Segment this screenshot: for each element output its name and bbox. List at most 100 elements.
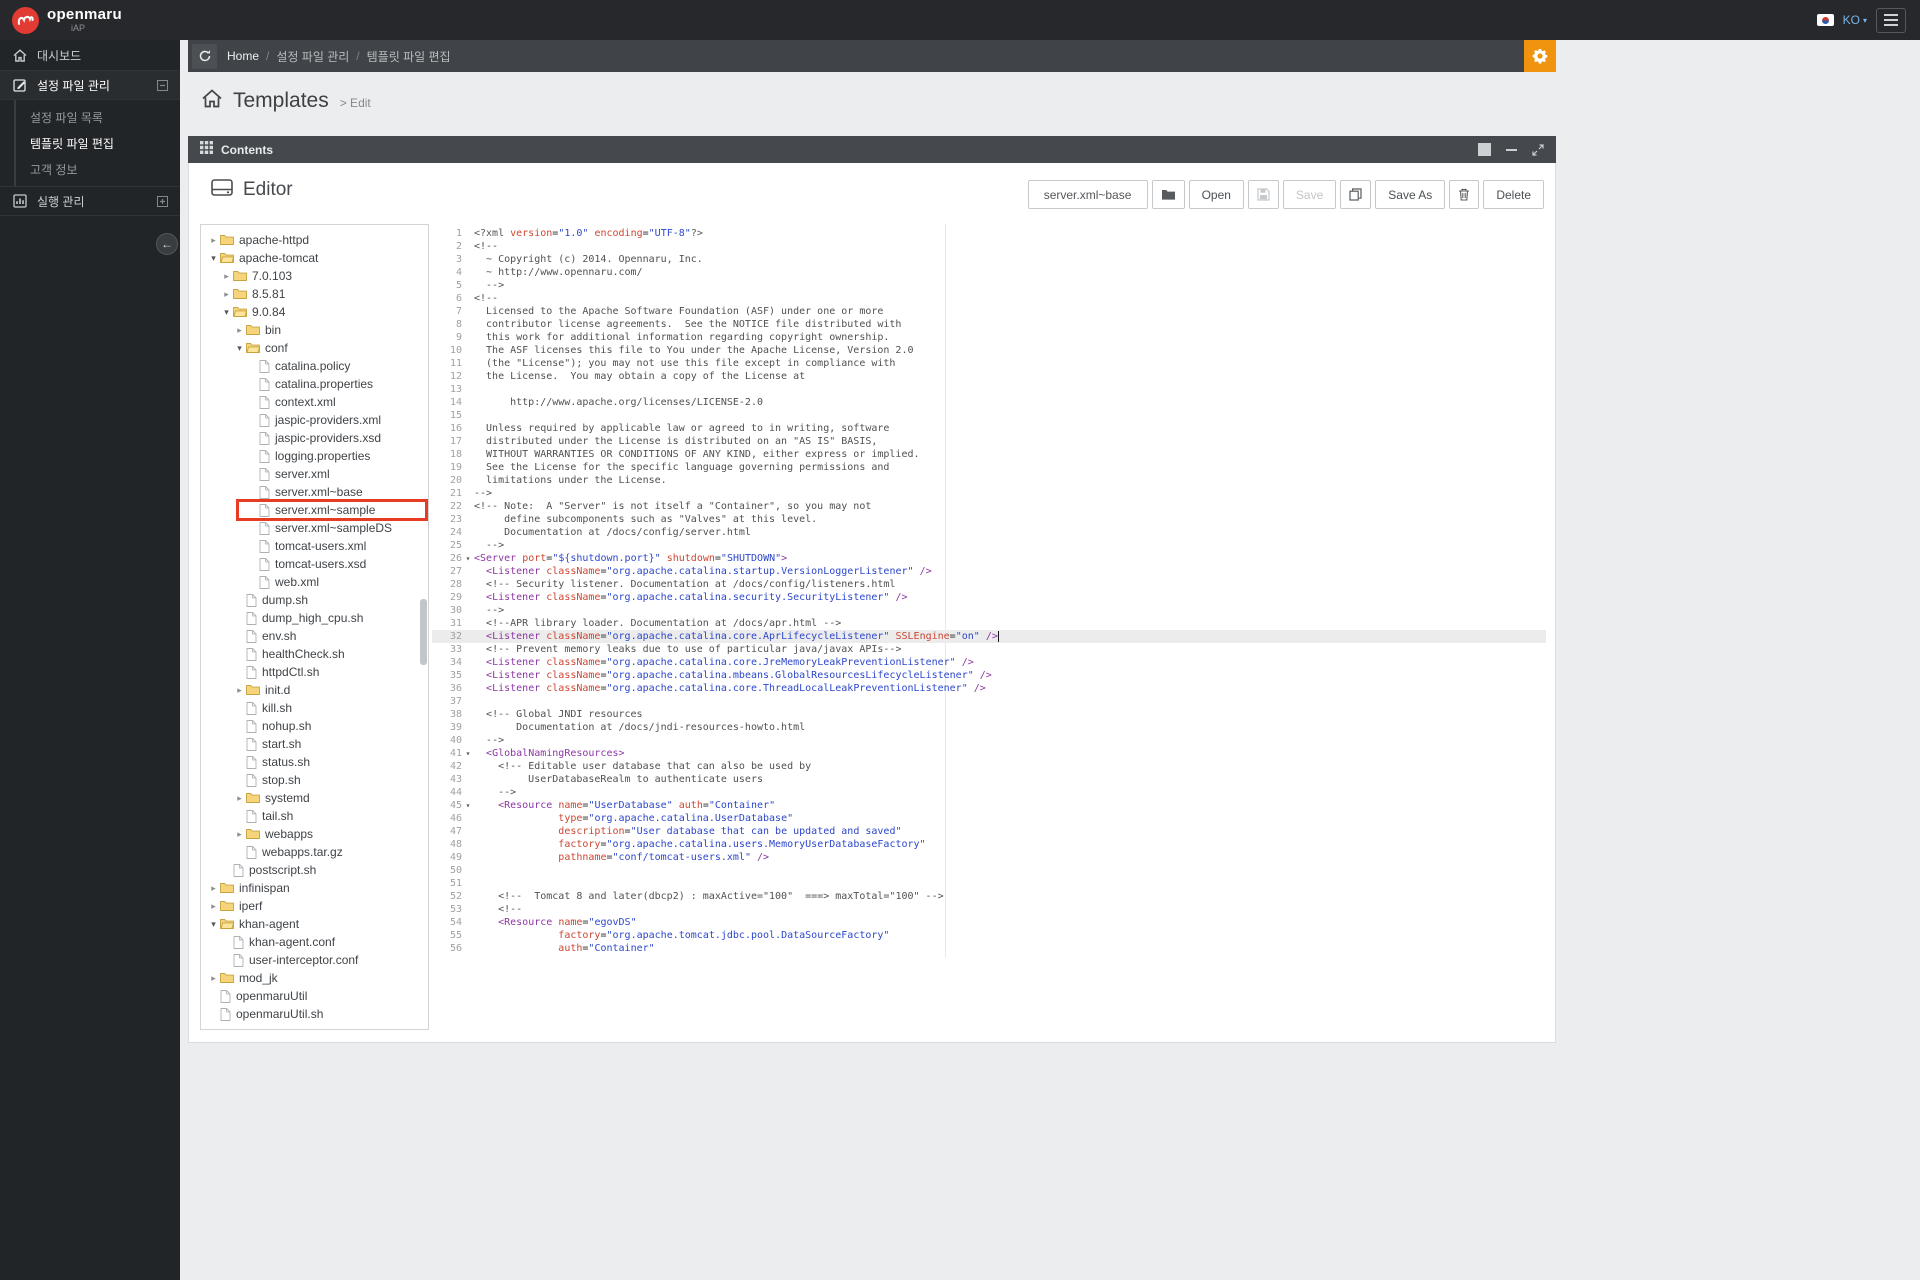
tree-item-kill.sh[interactable]: kill.sh (201, 699, 428, 717)
tree-item-jaspic-providers.xsd[interactable]: jaspic-providers.xsd (201, 429, 428, 447)
code-line-49[interactable]: 49 pathname="conf/tomcat-users.xml" /> (432, 851, 1546, 864)
tree-expand-arrow-icon[interactable]: ▸ (233, 829, 246, 840)
tree-item-start.sh[interactable]: start.sh (201, 735, 428, 753)
tree-item-stop.sh[interactable]: stop.sh (201, 771, 428, 789)
tree-expand-arrow-icon[interactable]: ▸ (233, 685, 246, 696)
panel-layout-toggle-icon[interactable] (1478, 143, 1491, 156)
tree-expand-arrow-icon[interactable]: ▸ (233, 793, 246, 804)
sidebar-subitem-config-file-list[interactable]: 설정 파일 목록 (16, 104, 180, 130)
tree-collapse-arrow-icon[interactable]: ▾ (207, 253, 220, 264)
delete-button[interactable]: Delete (1483, 180, 1544, 209)
tree-expand-arrow-icon[interactable]: ▸ (207, 235, 220, 246)
file-tree[interactable]: ▸apache-httpd▾apache-tomcat▸7.0.103▸8.5.… (200, 224, 429, 1030)
code-line-28[interactable]: 28 <!-- Security listener. Documentation… (432, 578, 1546, 591)
code-line-30[interactable]: 30 --> (432, 604, 1546, 617)
code-line-8[interactable]: 8 contributor license agreements. See th… (432, 318, 1546, 331)
copy-button[interactable] (1340, 180, 1371, 209)
breadcrumb-template-file-edit[interactable]: 템플릿 파일 편집 (367, 48, 451, 65)
code-line-4[interactable]: 4 ~ http://www.opennaru.com/ (432, 266, 1546, 279)
code-line-33[interactable]: 33 <!-- Prevent memory leaks due to use … (432, 643, 1546, 656)
code-line-44[interactable]: 44 --> (432, 786, 1546, 799)
code-line-38[interactable]: 38 <!-- Global JNDI resources (432, 708, 1546, 721)
tree-item-openmaruUtil[interactable]: openmaruUtil (201, 987, 428, 1005)
tree-item-httpdCtl.sh[interactable]: httpdCtl.sh (201, 663, 428, 681)
code-line-41[interactable]: 41▾ <GlobalNamingResources> (432, 747, 1546, 760)
tree-item-khan-agent.conf[interactable]: khan-agent.conf (201, 933, 428, 951)
delete-icon-button[interactable] (1449, 180, 1479, 209)
code-line-54[interactable]: 54 <Resource name="egovDS" (432, 916, 1546, 929)
code-line-19[interactable]: 19 See the License for the specific lang… (432, 461, 1546, 474)
tree-expand-arrow-icon[interactable]: ▸ (207, 901, 220, 912)
code-line-46[interactable]: 46 type="org.apache.catalina.UserDatabas… (432, 812, 1546, 825)
tree-item-env.sh[interactable]: env.sh (201, 627, 428, 645)
tree-item-tomcat-users.xsd[interactable]: tomcat-users.xsd (201, 555, 428, 573)
code-line-21[interactable]: 21--> (432, 487, 1546, 500)
browse-folder-button[interactable] (1152, 180, 1185, 209)
tree-item-server.xml[interactable]: server.xml (201, 465, 428, 483)
tree-item-webapps[interactable]: ▸webapps (201, 825, 428, 843)
tree-expand-arrow-icon[interactable]: ▸ (207, 883, 220, 894)
tree-item-dump.sh[interactable]: dump.sh (201, 591, 428, 609)
tree-item-iperf[interactable]: ▸iperf (201, 897, 428, 915)
code-line-11[interactable]: 11 (the "License"); you may not use this… (432, 357, 1546, 370)
tree-item-postscript.sh[interactable]: postscript.sh (201, 861, 428, 879)
code-line-12[interactable]: 12 the License. You may obtain a copy of… (432, 370, 1546, 383)
section-expand-plus-icon[interactable] (157, 196, 168, 207)
tree-collapse-arrow-icon[interactable]: ▾ (220, 307, 233, 318)
tree-item-tail.sh[interactable]: tail.sh (201, 807, 428, 825)
sidebar-subitem-customer-info[interactable]: 고객 정보 (16, 156, 180, 182)
settings-button[interactable] (1524, 40, 1556, 72)
code-line-23[interactable]: 23 define subcomponents such as "Valves"… (432, 513, 1546, 526)
code-line-1[interactable]: 1<?xml version="1.0" encoding="UTF-8"?> (432, 227, 1546, 240)
code-line-43[interactable]: 43 UserDatabaseRealm to authenticate use… (432, 773, 1546, 786)
sidebar-item-config-file-management[interactable]: 설정 파일 관리 (0, 70, 180, 100)
fold-arrow-icon[interactable]: ▾ (462, 552, 474, 565)
tree-item-server.xml~sample[interactable]: server.xml~sample (201, 501, 428, 519)
sidebar-collapse-button[interactable]: ← (156, 233, 178, 255)
tree-item-server.xml~base[interactable]: server.xml~base (201, 483, 428, 501)
code-line-48[interactable]: 48 factory="org.apache.catalina.users.Me… (432, 838, 1546, 851)
code-line-32[interactable]: 32 <Listener className="org.apache.catal… (432, 630, 1546, 643)
tree-item-nohup.sh[interactable]: nohup.sh (201, 717, 428, 735)
code-line-5[interactable]: 5 --> (432, 279, 1546, 292)
tree-item-khan-agent[interactable]: ▾khan-agent (201, 915, 428, 933)
tree-item-server.xml~sampleDS[interactable]: server.xml~sampleDS (201, 519, 428, 537)
code-line-22[interactable]: 22<!-- Note: A "Server" is not itself a … (432, 500, 1546, 513)
code-line-45[interactable]: 45▾ <Resource name="UserDatabase" auth="… (432, 799, 1546, 812)
tree-item-tomcat-users.xml[interactable]: tomcat-users.xml (201, 537, 428, 555)
code-line-35[interactable]: 35 <Listener className="org.apache.catal… (432, 669, 1546, 682)
tree-item-jaspic-providers.xml[interactable]: jaspic-providers.xml (201, 411, 428, 429)
tree-item-context.xml[interactable]: context.xml (201, 393, 428, 411)
tree-item-9.0.84[interactable]: ▾9.0.84 (201, 303, 428, 321)
tree-item-user-interceptor.conf[interactable]: user-interceptor.conf (201, 951, 428, 969)
code-line-9[interactable]: 9 this work for additional information r… (432, 331, 1546, 344)
code-line-53[interactable]: 53 <!-- (432, 903, 1546, 916)
code-line-52[interactable]: 52 <!-- Tomcat 8 and later(dbcp2) : maxA… (432, 890, 1546, 903)
menu-button[interactable] (1876, 8, 1906, 33)
code-editor[interactable]: 1<?xml version="1.0" encoding="UTF-8"?>2… (432, 224, 1546, 1030)
code-line-2[interactable]: 2<!-- (432, 240, 1546, 253)
code-line-29[interactable]: 29 <Listener className="org.apache.catal… (432, 591, 1546, 604)
tree-expand-arrow-icon[interactable]: ▸ (220, 271, 233, 282)
panel-fullscreen-icon[interactable] (1532, 144, 1544, 156)
code-line-36[interactable]: 36 <Listener className="org.apache.catal… (432, 682, 1546, 695)
code-line-31[interactable]: 31 <!--APR library loader. Documentation… (432, 617, 1546, 630)
breadcrumb-config-file-management[interactable]: 설정 파일 관리 (276, 48, 349, 65)
tree-item-logging.properties[interactable]: logging.properties (201, 447, 428, 465)
code-line-14[interactable]: 14 http://www.apache.org/licenses/LICENS… (432, 396, 1546, 409)
code-line-51[interactable]: 51 (432, 877, 1546, 890)
code-line-25[interactable]: 25 --> (432, 539, 1546, 552)
tree-item-apache-httpd[interactable]: ▸apache-httpd (201, 231, 428, 249)
code-line-50[interactable]: 50 (432, 864, 1546, 877)
tree-item-healthCheck.sh[interactable]: healthCheck.sh (201, 645, 428, 663)
code-line-7[interactable]: 7 Licensed to the Apache Software Founda… (432, 305, 1546, 318)
tree-item-mod_jk[interactable]: ▸mod_jk (201, 969, 428, 987)
tree-item-catalina.policy[interactable]: catalina.policy (201, 357, 428, 375)
fold-arrow-icon[interactable]: ▾ (462, 747, 474, 760)
code-line-18[interactable]: 18 WITHOUT WARRANTIES OR CONDITIONS OF A… (432, 448, 1546, 461)
code-line-17[interactable]: 17 distributed under the License is dist… (432, 435, 1546, 448)
code-line-27[interactable]: 27 <Listener className="org.apache.catal… (432, 565, 1546, 578)
save-button[interactable]: Save (1283, 180, 1336, 209)
code-line-15[interactable]: 15 (432, 409, 1546, 422)
panel-minimize-icon[interactable] (1506, 149, 1517, 151)
